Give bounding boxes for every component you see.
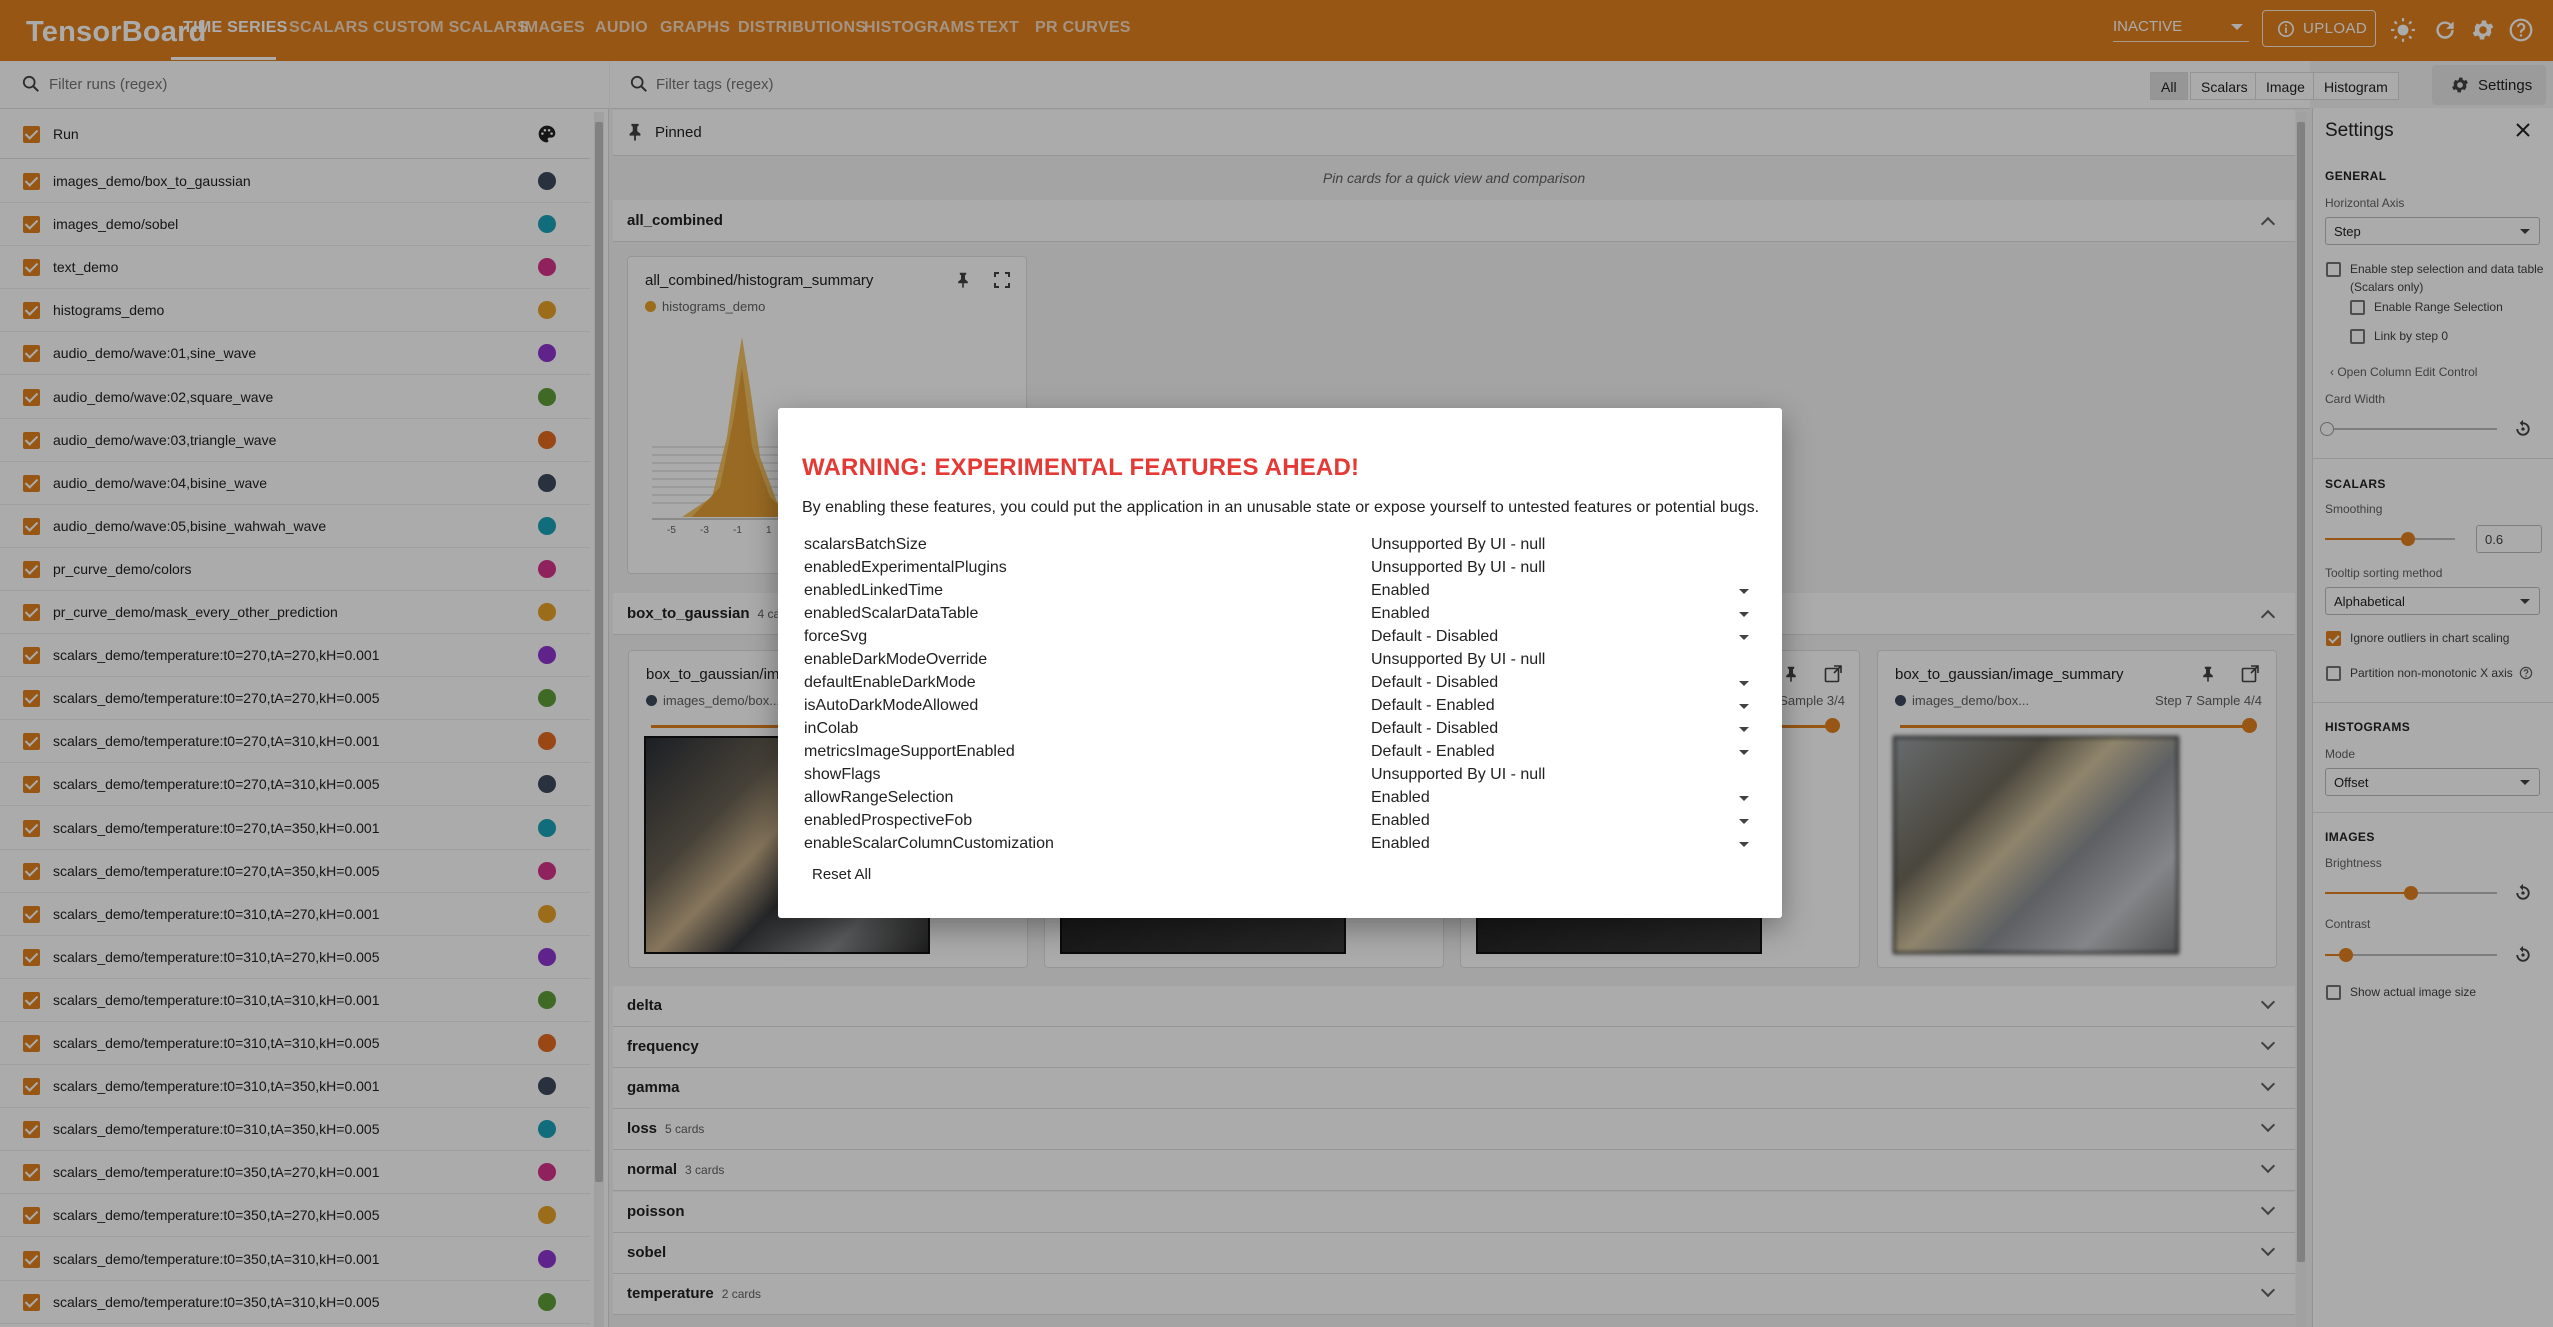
chevron-down-icon[interactable] (1739, 796, 1749, 801)
flag-value-select: Unsupported By UI - null (1371, 766, 1546, 783)
chevron-down-icon[interactable] (1739, 727, 1749, 732)
flag-value-select[interactable]: Enabled (1371, 582, 1430, 600)
chevron-down-icon[interactable] (1739, 842, 1749, 847)
chevron-down-icon[interactable] (1739, 819, 1749, 824)
dialog-title: WARNING: EXPERIMENTAL FEATURES AHEAD! (802, 454, 1360, 481)
flag-name: enabledExperimentalPlugins (804, 559, 1007, 576)
chevron-down-icon[interactable] (1739, 704, 1749, 709)
dialog-description: By enabling these features, you could pu… (802, 499, 1760, 516)
flag-value-select[interactable]: Enabled (1371, 605, 1430, 623)
flag-value-select[interactable]: Default - Disabled (1371, 720, 1498, 738)
flag-name: enabledLinkedTime (804, 582, 944, 599)
flag-name: scalarsBatchSize (804, 536, 927, 553)
flag-value-select[interactable]: Enabled (1371, 835, 1430, 853)
flag-value-select[interactable]: Enabled (1371, 789, 1430, 807)
flag-name: metricsImageSupportEnabled (804, 743, 1015, 760)
flag-name: enabledProspectiveFob (804, 812, 973, 829)
chevron-down-icon[interactable] (1739, 635, 1749, 640)
flag-value-select: Unsupported By UI - null (1371, 536, 1546, 553)
flag-value-select: Unsupported By UI - null (1371, 559, 1546, 576)
flag-name: isAutoDarkModeAllowed (804, 697, 979, 714)
reset-all-button[interactable]: Reset All (812, 866, 871, 883)
chevron-down-icon[interactable] (1739, 750, 1749, 755)
flag-name: inColab (804, 720, 859, 737)
chevron-down-icon[interactable] (1739, 589, 1749, 594)
chevron-down-icon[interactable] (1739, 612, 1749, 617)
flag-value-select[interactable]: Default - Enabled (1371, 697, 1495, 715)
feature-flags-dialog: WARNING: EXPERIMENTAL FEATURES AHEAD! By… (778, 408, 1782, 918)
flag-name: defaultEnableDarkMode (804, 674, 976, 691)
chevron-down-icon[interactable] (1739, 681, 1749, 686)
flag-value-select: Unsupported By UI - null (1371, 651, 1546, 668)
flag-value-select[interactable]: Default - Disabled (1371, 628, 1498, 646)
flag-name: showFlags (804, 766, 881, 783)
flag-name: enableDarkModeOverride (804, 651, 988, 668)
flag-value-select[interactable]: Default - Enabled (1371, 743, 1495, 761)
flag-value-select[interactable]: Default - Disabled (1371, 674, 1498, 692)
flag-name: forceSvg (804, 628, 868, 645)
flag-name: enabledScalarDataTable (804, 605, 979, 622)
flag-name: enableScalarColumnCustomization (804, 835, 1054, 852)
flag-name: allowRangeSelection (804, 789, 954, 806)
flag-value-select[interactable]: Enabled (1371, 812, 1430, 830)
